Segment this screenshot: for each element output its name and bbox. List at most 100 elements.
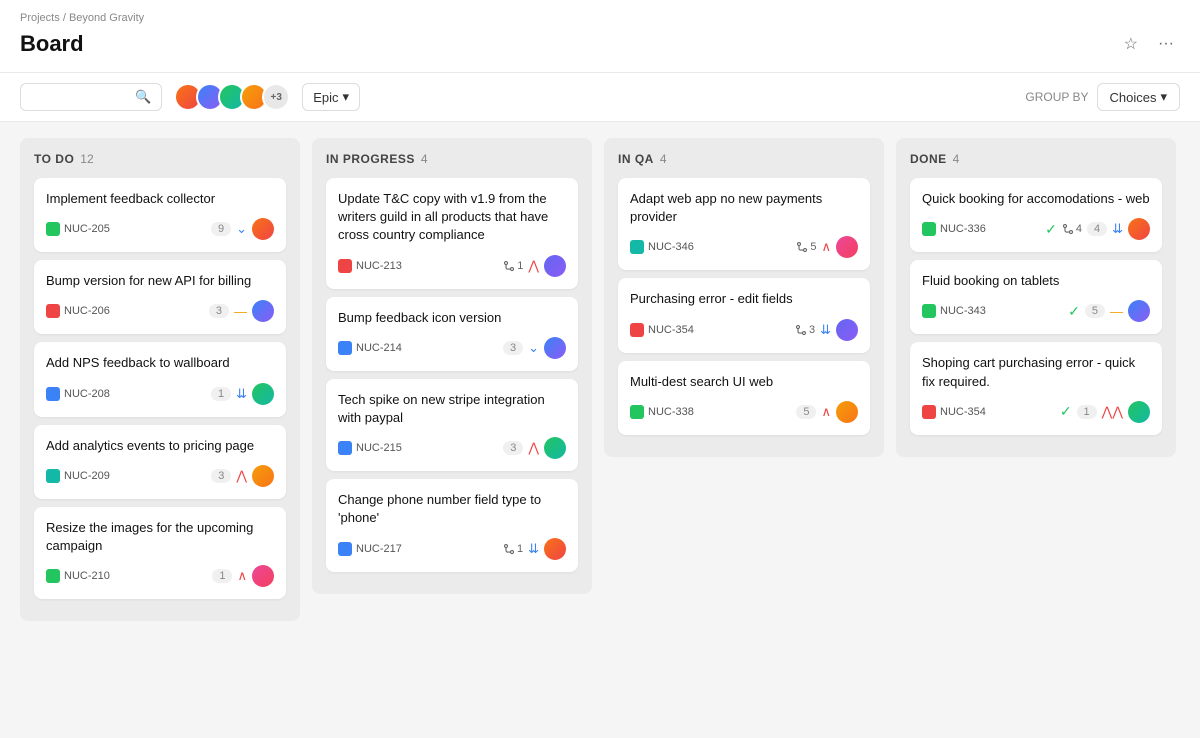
card-title: Change phone number field type to 'phone… — [338, 491, 566, 527]
card-meta: 5 ∧ — [796, 401, 858, 423]
epic-filter-button[interactable]: Epic ▾ — [302, 83, 360, 111]
card-title: Tech spike on new stripe integration wit… — [338, 391, 566, 427]
card-footer: NUC-354 ✓ 1 ⋀⋀ — [922, 401, 1150, 423]
priority-icon: ⋀ — [528, 440, 539, 456]
card[interactable]: Shoping cart purchasing error - quick fi… — [910, 342, 1162, 434]
priority-icon: ⇊ — [820, 322, 831, 338]
ticket-number: NUC-343 — [940, 305, 986, 317]
count-badge: 3 — [209, 304, 229, 318]
card-meta: 9 ⌄ — [211, 218, 274, 240]
ticket-badge — [338, 542, 352, 556]
card-title: Add analytics events to pricing page — [46, 437, 274, 455]
search-box: 🔍 — [20, 83, 162, 111]
ticket-badge — [922, 304, 936, 318]
count-badge: 4 — [1087, 222, 1107, 236]
column-header: TO DO 12 — [34, 152, 286, 166]
column-title: DONE — [910, 152, 947, 166]
check-icon: ✓ — [1060, 403, 1072, 420]
card[interactable]: Add NPS feedback to wallboard NUC-208 1 … — [34, 342, 286, 416]
search-icon: 🔍 — [135, 89, 151, 105]
avatar — [544, 437, 566, 459]
avatar — [1128, 300, 1150, 322]
ticket-id: NUC-338 — [630, 405, 694, 419]
ticket-id: NUC-206 — [46, 304, 110, 318]
priority-icon: ∧ — [821, 404, 831, 420]
count-badge: 3 — [211, 469, 231, 483]
ticket-id: NUC-354 — [922, 405, 986, 419]
ticket-id: NUC-213 — [338, 259, 402, 273]
pr-icon: 4 — [1062, 223, 1082, 235]
choices-button[interactable]: Choices ▾ — [1097, 83, 1181, 111]
more-options-button[interactable]: ··· — [1152, 29, 1180, 59]
card[interactable]: Update T&C copy with v1.9 from the write… — [326, 178, 578, 289]
card[interactable]: Fluid booking on tablets NUC-343 ✓5 — — [910, 260, 1162, 334]
count-badge: 1 — [211, 387, 231, 401]
column-todo: TO DO 12 Implement feedback collector NUC… — [20, 138, 300, 621]
chevron-down-icon: ▾ — [342, 89, 349, 105]
column-inprogress: IN PROGRESS4 Update T&C copy with v1.9 f… — [312, 138, 592, 594]
ticket-badge — [338, 259, 352, 273]
priority-icon: ⌄ — [528, 340, 539, 356]
pr-icon: 1 — [503, 260, 523, 272]
card-footer: NUC-354 3 ⇊ — [630, 319, 858, 341]
avatar — [252, 218, 274, 240]
card[interactable]: Implement feedback collector NUC-205 9 ⌄ — [34, 178, 286, 252]
card-footer: NUC-217 1 ⇊ — [338, 538, 566, 560]
avatar — [544, 337, 566, 359]
page-header: Projects / Beyond Gravity Board ☆ ··· — [0, 0, 1200, 73]
card-title: Multi-dest search UI web — [630, 373, 858, 391]
avatar-group: +3 — [174, 83, 290, 111]
toolbar: 🔍 +3 Epic ▾ GROUP BY Choices ▾ — [0, 73, 1200, 122]
card[interactable]: Adapt web app no new payments provider N… — [618, 178, 870, 270]
card[interactable]: Add analytics events to pricing page NUC… — [34, 425, 286, 499]
search-input[interactable] — [31, 90, 131, 105]
priority-icon: ⇊ — [1112, 221, 1123, 237]
avatar — [252, 465, 274, 487]
card-title: Fluid booking on tablets — [922, 272, 1150, 290]
count-badge: 1 — [1077, 405, 1097, 419]
card[interactable]: Multi-dest search UI web NUC-338 5 ∧ — [618, 361, 870, 435]
ticket-id: NUC-214 — [338, 341, 402, 355]
card-title: Implement feedback collector — [46, 190, 274, 208]
column-header: IN QA4 — [618, 152, 870, 166]
star-button[interactable]: ☆ — [1118, 28, 1144, 60]
card-meta: 1 ⇊ — [503, 538, 566, 560]
page-title: Board — [20, 31, 84, 57]
card-title: Resize the images for the upcoming campa… — [46, 519, 274, 555]
card-footer: NUC-209 3 ⋀ — [46, 465, 274, 487]
avatar-extra[interactable]: +3 — [262, 83, 290, 111]
avatar — [836, 236, 858, 258]
count-badge: 1 — [212, 569, 232, 583]
card-meta: 3 ⋀ — [503, 437, 566, 459]
card[interactable]: Change phone number field type to 'phone… — [326, 479, 578, 571]
card[interactable]: Resize the images for the upcoming campa… — [34, 507, 286, 599]
card-title: Shoping cart purchasing error - quick fi… — [922, 354, 1150, 390]
card[interactable]: Bump feedback icon version NUC-214 3 ⌄ — [326, 297, 578, 371]
avatar — [1128, 401, 1150, 423]
column-count: 12 — [80, 152, 93, 166]
card-title: Purchasing error - edit fields — [630, 290, 858, 308]
card[interactable]: Purchasing error - edit fields NUC-354 3… — [618, 278, 870, 352]
card-footer: NUC-214 3 ⌄ — [338, 337, 566, 359]
ticket-number: NUC-338 — [648, 406, 694, 418]
card[interactable]: Tech spike on new stripe integration wit… — [326, 379, 578, 471]
avatar — [544, 538, 566, 560]
ticket-number: NUC-354 — [940, 406, 986, 418]
card-meta: 5 ∧ — [796, 236, 858, 258]
column-count: 4 — [421, 152, 428, 166]
card-meta: 3 ⇊ — [795, 319, 858, 341]
card-footer: NUC-208 1 ⇊ — [46, 383, 274, 405]
card-footer: NUC-343 ✓5 — — [922, 300, 1150, 322]
avatar — [252, 300, 274, 322]
card-title: Quick booking for accomodations - web — [922, 190, 1150, 208]
card[interactable]: Bump version for new API for billing NUC… — [34, 260, 286, 334]
ticket-badge — [922, 222, 936, 236]
card[interactable]: Quick booking for accomodations - web NU… — [910, 178, 1162, 252]
column-done: DONE 4 Quick booking for accomodations - … — [896, 138, 1176, 457]
column-title: TO DO — [34, 152, 74, 166]
priority-icon: ⋀⋀ — [1102, 404, 1123, 420]
card-footer: NUC-213 1 ⋀ — [338, 255, 566, 277]
priority-icon: ⌄ — [236, 221, 247, 237]
card-meta: ✓ 1 ⋀⋀ — [1060, 401, 1150, 423]
ticket-number: NUC-346 — [648, 241, 694, 253]
